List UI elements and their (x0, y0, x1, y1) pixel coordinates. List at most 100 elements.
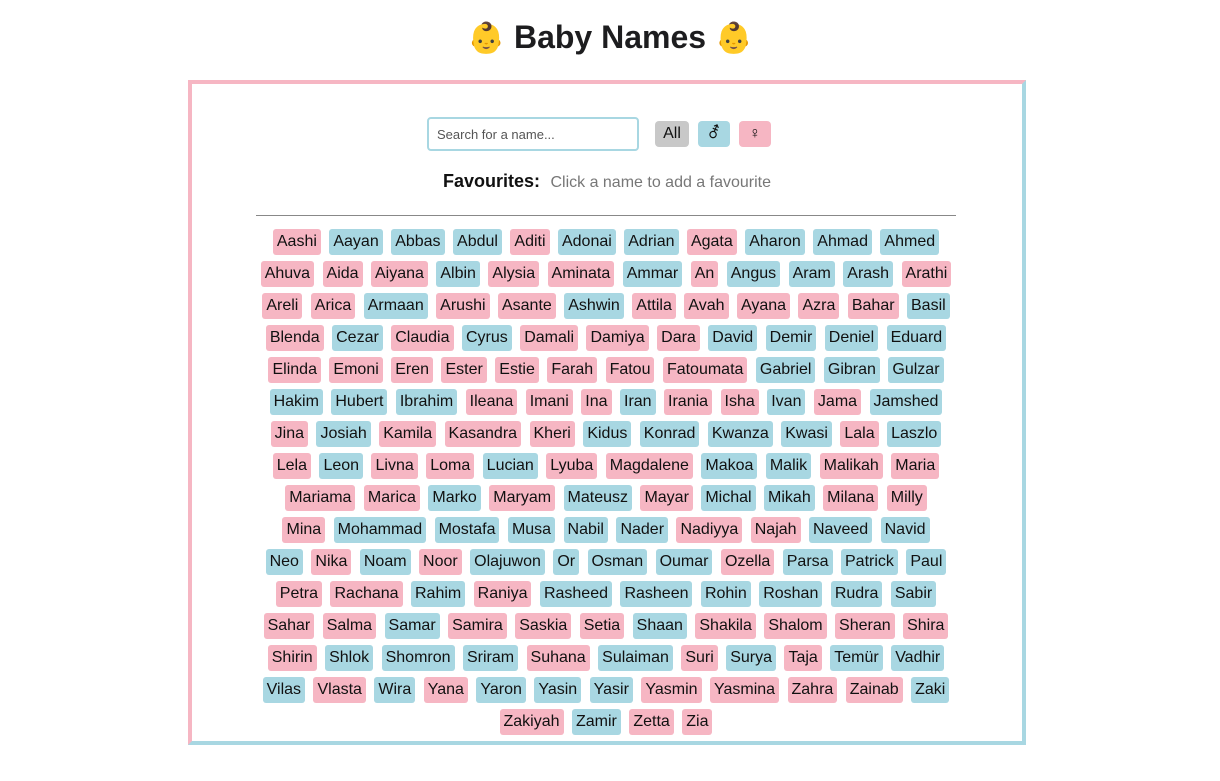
name-chip[interactable]: Sulaiman (598, 645, 673, 671)
name-chip[interactable]: Ibrahim (395, 389, 458, 415)
name-chip[interactable]: Aminata (547, 261, 615, 287)
name-chip[interactable]: Arathi (901, 261, 952, 287)
name-chip[interactable]: Aram (788, 261, 835, 287)
name-chip[interactable]: Rasheen (620, 581, 693, 607)
name-chip[interactable]: Zakiyah (499, 709, 564, 735)
name-chip[interactable]: Temür (830, 645, 883, 671)
name-chip[interactable]: Gibran (823, 357, 880, 383)
name-chip[interactable]: Or (553, 549, 580, 575)
name-chip[interactable]: Samar (384, 613, 440, 639)
name-chip[interactable]: Ina (581, 389, 612, 415)
name-chip[interactable]: Hubert (331, 389, 388, 415)
name-chip[interactable]: Setia (579, 613, 625, 639)
name-chip[interactable]: Laszlo (887, 421, 942, 447)
name-chip[interactable]: Fatoumata (662, 357, 748, 383)
name-chip[interactable]: Shomron (381, 645, 455, 671)
name-chip[interactable]: Gabriel (755, 357, 816, 383)
name-chip[interactable]: Albin (436, 261, 480, 287)
name-chip[interactable]: Surya (726, 645, 777, 671)
name-chip[interactable]: Oumar (655, 549, 713, 575)
name-chip[interactable]: Rachana (330, 581, 403, 607)
name-chip[interactable]: Yasir (589, 677, 633, 703)
name-chip[interactable]: Ester (441, 357, 487, 383)
name-chip[interactable]: Suri (681, 645, 718, 671)
name-chip[interactable]: Livna (371, 453, 418, 479)
name-chip[interactable]: Vadhir (891, 645, 945, 671)
name-chip[interactable]: Iran (620, 389, 656, 415)
name-chip[interactable]: Rohin (700, 581, 751, 607)
name-chip[interactable]: Jama (813, 389, 862, 415)
name-chip[interactable]: Ahuva (260, 261, 315, 287)
name-chip[interactable]: Alysia (488, 261, 540, 287)
name-chip[interactable]: Nadiyya (676, 517, 743, 543)
name-chip[interactable]: Neo (265, 549, 303, 575)
name-chip[interactable]: Shalom (764, 613, 827, 639)
name-chip[interactable]: Kwanza (707, 421, 773, 447)
name-chip[interactable]: Shira (903, 613, 949, 639)
name-chip[interactable]: Eren (391, 357, 434, 383)
name-chip[interactable]: Aiyana (371, 261, 428, 287)
name-chip[interactable]: Ashwin (564, 293, 624, 319)
name-chip[interactable]: Jamshed (869, 389, 943, 415)
name-chip[interactable]: Hakim (269, 389, 323, 415)
name-chip[interactable]: Marica (363, 485, 420, 511)
name-chip[interactable]: Sabir (890, 581, 937, 607)
name-chip[interactable]: Arushi (436, 293, 490, 319)
name-chip[interactable]: Eduard (886, 325, 947, 351)
name-chip[interactable]: Navid (880, 517, 930, 543)
name-chip[interactable]: Ahmad (813, 229, 872, 255)
name-chip[interactable]: Sheran (835, 613, 895, 639)
name-chip[interactable]: Rudra (830, 581, 883, 607)
name-chip[interactable]: Kwasi (781, 421, 832, 447)
name-chip[interactable]: Noam (359, 549, 411, 575)
name-chip[interactable]: Mohammad (333, 517, 427, 543)
name-chip[interactable]: Adrian (624, 229, 679, 255)
name-chip[interactable]: Ileana (465, 389, 518, 415)
name-chip[interactable]: David (708, 325, 758, 351)
name-chip[interactable]: Kheri (529, 421, 575, 447)
name-chip[interactable]: Yaron (476, 677, 526, 703)
name-chip[interactable]: Magdalene (605, 453, 693, 479)
name-chip[interactable]: Ahmed (880, 229, 940, 255)
name-chip[interactable]: Malik (765, 453, 812, 479)
name-chip[interactable]: Estie (495, 357, 539, 383)
name-chip[interactable]: Najah (750, 517, 801, 543)
name-chip[interactable]: Naveed (809, 517, 873, 543)
name-chip[interactable]: Shirin (267, 645, 317, 671)
name-chip[interactable]: Zamir (571, 709, 621, 735)
name-chip[interactable]: Damali (520, 325, 578, 351)
name-chip[interactable]: Mina (282, 517, 326, 543)
name-chip[interactable]: Gulzar (888, 357, 944, 383)
name-chip[interactable]: Claudia (391, 325, 454, 351)
name-chip[interactable]: Michal (701, 485, 756, 511)
name-chip[interactable]: Roshan (759, 581, 823, 607)
name-chip[interactable]: Suhana (526, 645, 590, 671)
name-chip[interactable]: Shakila (695, 613, 756, 639)
name-chip[interactable]: Damiya (586, 325, 649, 351)
name-chip[interactable]: Yasmina (709, 677, 780, 703)
search-input[interactable] (427, 117, 639, 151)
name-chip[interactable]: Demir (765, 325, 817, 351)
name-chip[interactable]: Yasmin (641, 677, 702, 703)
name-chip[interactable]: Yasin (534, 677, 582, 703)
filter-boy-button[interactable]: ⚦ (698, 121, 730, 147)
name-chip[interactable]: Aharon (745, 229, 805, 255)
name-chip[interactable]: Vlasta (313, 677, 366, 703)
name-chip[interactable]: Aayan (329, 229, 383, 255)
name-chip[interactable]: Zainab (845, 677, 903, 703)
name-chip[interactable]: Zetta (629, 709, 674, 735)
name-chip[interactable]: Nika (311, 549, 352, 575)
name-chip[interactable]: Patrick (841, 549, 898, 575)
name-chip[interactable]: Osman (587, 549, 648, 575)
name-chip[interactable]: Sahar (263, 613, 315, 639)
name-chip[interactable]: Mayar (640, 485, 693, 511)
name-chip[interactable]: Maria (891, 453, 940, 479)
name-chip[interactable]: Isha (720, 389, 759, 415)
name-chip[interactable]: Avah (684, 293, 729, 319)
name-chip[interactable]: Nabil (563, 517, 608, 543)
name-chip[interactable]: Aida (322, 261, 363, 287)
name-chip[interactable]: Kidus (583, 421, 632, 447)
name-chip[interactable]: Shlok (325, 645, 374, 671)
name-chip[interactable]: Noor (419, 549, 462, 575)
name-chip[interactable]: Abdul (453, 229, 502, 255)
